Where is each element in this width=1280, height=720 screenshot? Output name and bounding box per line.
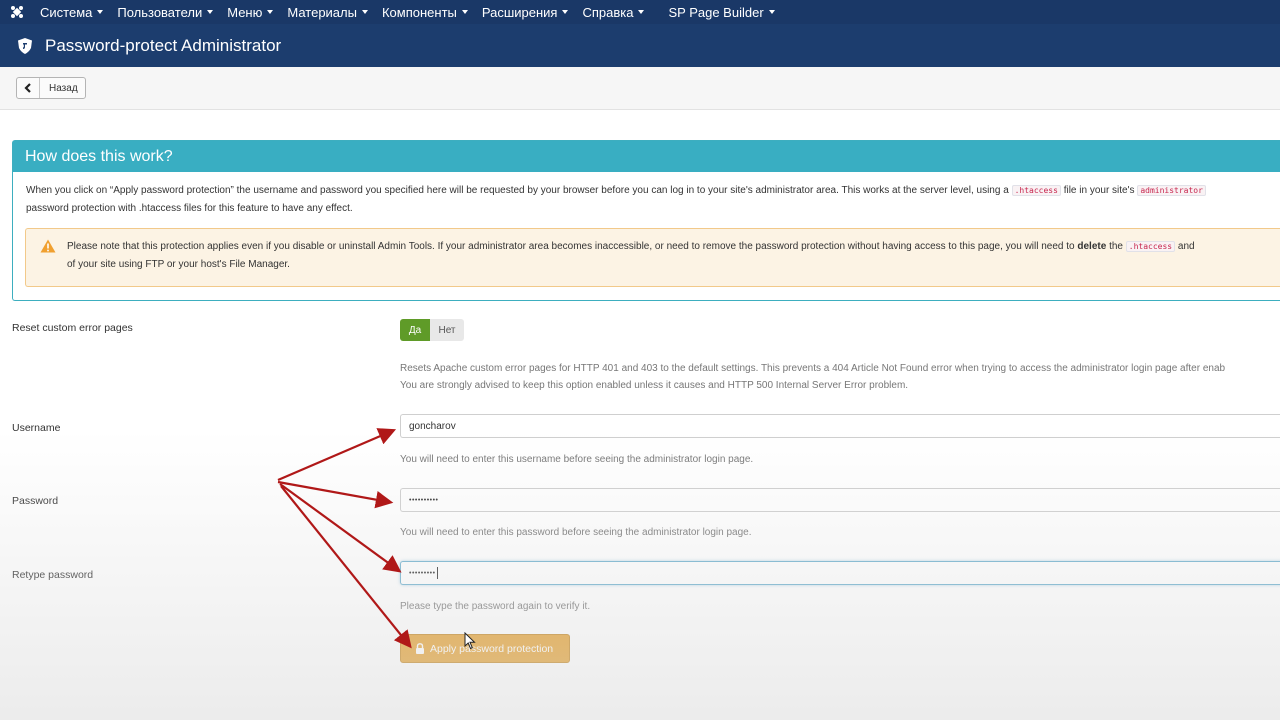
mouse-pointer-icon xyxy=(464,632,476,650)
text-cursor xyxy=(436,567,438,579)
password-help: You will need to enter this password bef… xyxy=(400,527,752,538)
retype-password-input[interactable]: ••••••••• xyxy=(400,561,1280,585)
htaccess-code: .htaccess xyxy=(1125,241,1176,252)
menu-content-label: Материалы xyxy=(287,4,357,20)
retype-password-value: ••••••••• xyxy=(409,569,436,577)
info-text-part: file in your site's xyxy=(1063,185,1135,196)
arrow-left-icon xyxy=(17,78,40,98)
menu-users-label: Пользователи xyxy=(117,4,203,20)
menu-users[interactable]: Пользователи xyxy=(117,4,214,20)
annotation-arrow-password xyxy=(277,480,394,509)
menu-extensions-label: Расширения xyxy=(481,4,558,20)
annotation-arrow-retype xyxy=(279,483,402,573)
how-it-works-panel: How does this work? When you click on “A… xyxy=(12,140,1280,301)
how-it-works-text: When you click on “Apply password protec… xyxy=(13,172,1280,218)
menu-content[interactable]: Материалы xyxy=(287,5,368,20)
reset-error-pages-toggle[interactable]: Да Нет xyxy=(400,319,464,341)
warning-text-part: the xyxy=(1109,241,1123,252)
caret-down-icon xyxy=(361,10,368,14)
menu-sp-page-builder[interactable]: SP Page Builder xyxy=(668,4,775,20)
top-menu-bar: Система Пользователи Меню Материалы Комп… xyxy=(0,0,1280,24)
caret-down-icon xyxy=(207,10,214,14)
caret-down-icon xyxy=(638,10,645,14)
caret-down-icon xyxy=(768,10,775,14)
username-help: You will need to enter this username bef… xyxy=(400,454,754,465)
menu-system[interactable]: Система xyxy=(40,4,104,20)
menu-menus[interactable]: Меню xyxy=(227,4,274,20)
menu-help-label: Справка xyxy=(582,4,634,20)
retype-password-help: Please type the password again to verify… xyxy=(400,601,591,612)
password-label: Password xyxy=(12,495,59,507)
warning-text-line2: of your site using FTP or your host's Fi… xyxy=(67,259,290,270)
menu-components-label: Компоненты xyxy=(381,4,457,20)
username-label: Username xyxy=(12,422,61,434)
caret-down-icon xyxy=(461,10,468,14)
how-it-works-heading: How does this work? xyxy=(13,141,1280,172)
password-value: •••••••••• xyxy=(409,496,439,504)
warning-text-part: and xyxy=(1177,241,1195,252)
back-button-label: Назад xyxy=(49,82,78,94)
apply-password-protection-button[interactable]: Apply password protection xyxy=(400,634,570,663)
shield-icon xyxy=(18,37,32,54)
toggle-yes-option[interactable]: Да xyxy=(400,319,430,341)
menu-system-label: Система xyxy=(40,4,93,20)
menu-sp-page-builder-label: SP Page Builder xyxy=(668,4,764,20)
reset-error-pages-label: Reset custom error pages xyxy=(12,322,133,334)
reset-help-line2: You are strongly advised to keep this op… xyxy=(400,380,909,391)
lock-icon xyxy=(416,643,424,654)
caret-down-icon xyxy=(562,10,569,14)
menu-menus-label: Меню xyxy=(227,4,263,20)
info-text-part: When you click on “Apply password protec… xyxy=(26,185,1009,196)
username-input[interactable]: goncharov xyxy=(400,414,1280,438)
annotation-arrow-username xyxy=(277,428,397,482)
back-button[interactable]: Назад xyxy=(16,77,86,99)
page-title: Password-protect Administrator xyxy=(45,35,282,55)
retype-password-label: Retype password xyxy=(12,569,94,581)
warning-text-part: Please note that this protection applies… xyxy=(67,241,1075,252)
menu-components[interactable]: Компоненты xyxy=(382,5,468,20)
menu-extensions[interactable]: Расширения xyxy=(482,5,569,20)
warning-alert: Please note that this protection applies… xyxy=(25,228,1280,287)
toolbar: Назад xyxy=(0,67,1280,110)
annotation-arrow-apply xyxy=(280,485,412,649)
password-input[interactable]: •••••••••• xyxy=(400,488,1280,512)
warning-text: Please note that this protection applies… xyxy=(67,238,1280,274)
warning-icon xyxy=(40,239,56,253)
toggle-no-option[interactable]: Нет xyxy=(430,319,464,341)
apply-button-label: Apply password protection xyxy=(430,642,554,655)
reset-error-pages-help: Resets Apache custom error pages for HTT… xyxy=(400,360,1280,394)
username-value: goncharov xyxy=(409,420,456,432)
caret-down-icon xyxy=(97,10,104,14)
reset-help-line1: Resets Apache custom error pages for HTT… xyxy=(400,363,1226,374)
page-header: Password-protect Administrator xyxy=(0,24,1280,67)
info-text-line2: password protection with .htaccess files… xyxy=(26,203,353,214)
administrator-code: administrator xyxy=(1137,185,1206,196)
joomla-logo-icon[interactable] xyxy=(10,5,24,19)
menu-help[interactable]: Справка xyxy=(582,4,645,20)
htaccess-code: .htaccess xyxy=(1011,185,1061,196)
caret-down-icon xyxy=(267,10,274,14)
warning-text-bold: delete xyxy=(1077,241,1107,252)
